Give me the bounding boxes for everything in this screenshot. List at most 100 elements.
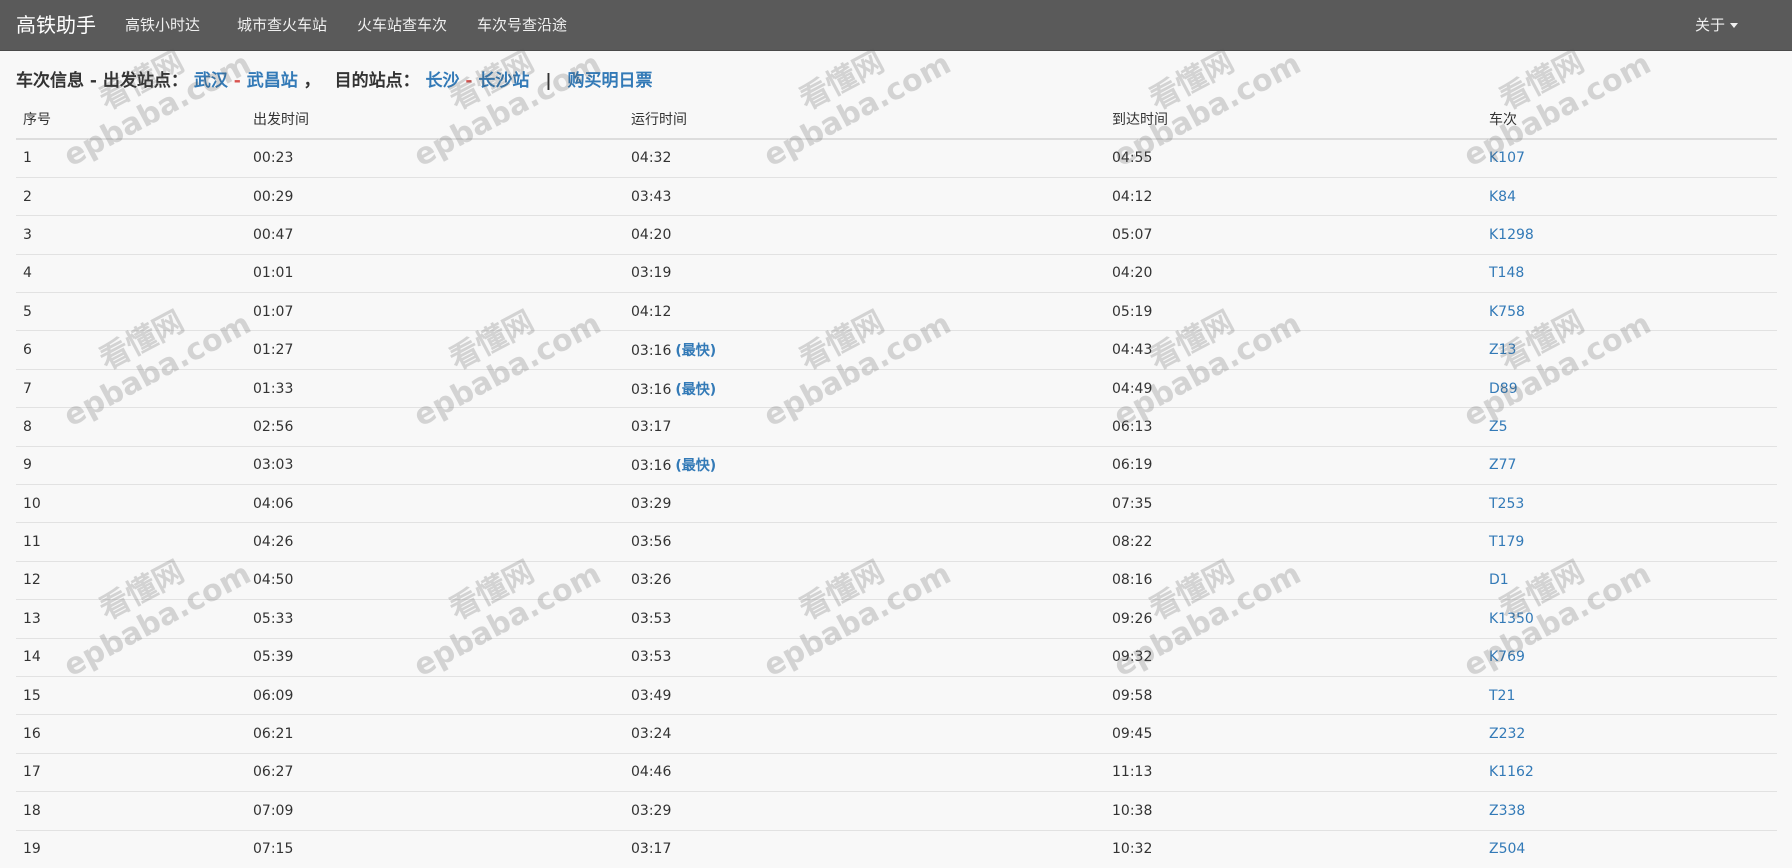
nav-item-hsr-hour[interactable]: 高铁小时达 [125,0,200,51]
cell-arrival: 04:49 [1105,368,1482,408]
cell-train-link[interactable]: T148 [1482,253,1777,293]
cell-departure: 01:07 [246,292,624,331]
cell-train-link[interactable]: K1350 [1482,599,1777,639]
table-row: 4 01:01 03:19 04:20 T148 [16,253,1777,293]
cell-departure: 00:29 [246,176,624,216]
cell-index-text: 15 [23,687,41,704]
cell-duration-text: 04:20 [631,226,672,243]
fastest-badge: (最快) [675,458,717,475]
cell-index: 1 [16,138,246,178]
cell-train-link[interactable]: K84 [1482,176,1777,216]
cell-departure-text: 00:47 [253,226,294,243]
cell-train-link[interactable]: K769 [1482,637,1777,677]
caret-down-icon [1730,23,1739,28]
buy-tomorrow-ticket-link[interactable]: 购买明日票 [567,71,652,91]
cell-departure: 04:06 [246,484,624,523]
from-dash: - [233,71,241,91]
cell-train-link[interactable]: Z13 [1482,330,1777,370]
cell-duration: 04:46 [624,752,1105,792]
cell-train-link-text: K769 [1489,649,1525,666]
table-row: 1 00:23 04:32 04:55 K107 [16,138,1777,178]
cell-departure-text: 06:21 [253,726,294,743]
cell-departure-text: 04:50 [253,572,294,589]
nav-item-city-stations[interactable]: 城市查火车站 [237,0,327,51]
nav-item-station-trains[interactable]: 火车站查车次 [357,0,447,51]
cell-departure: 05:39 [246,637,624,677]
cell-train-link[interactable]: T21 [1482,675,1777,715]
cell-arrival-text: 06:19 [1112,457,1153,474]
cell-arrival-text: 07:35 [1112,495,1153,512]
cell-arrival-text: 10:38 [1112,802,1153,819]
cell-train-link[interactable]: T253 [1482,484,1777,523]
cell-train-link[interactable]: Z232 [1482,714,1777,754]
table-row: 8 02:56 03:17 06:13 Z5 [16,407,1777,447]
cell-duration-text: 03:56 [631,534,672,551]
info-prefix: 车次信息 - 出发站点： [16,71,188,91]
cell-index: 8 [16,407,246,447]
cell-index-text: 14 [23,649,41,666]
cell-duration: 03:29 [624,791,1105,831]
cell-train-link[interactable]: Z504 [1482,829,1777,868]
table-row: 9 03:03 03:16 (最快) 06:19 Z77 [16,445,1777,485]
cell-departure-text: 05:33 [253,610,294,627]
cell-departure-text: 07:09 [253,802,294,819]
cell-arrival: 04:55 [1105,138,1482,178]
about-dropdown[interactable]: 关于 [1695,0,1739,51]
cell-arrival: 07:35 [1105,484,1482,523]
cell-duration: 04:12 [624,292,1105,331]
cell-arrival: 05:19 [1105,292,1482,331]
cell-train-link[interactable]: Z5 [1482,407,1777,447]
cell-index-text: 2 [23,188,32,205]
cell-train-link[interactable]: Z338 [1482,791,1777,831]
table-row: 6 01:27 03:16 (最快) 04:43 Z13 [16,330,1777,370]
cell-departure: 05:33 [246,599,624,639]
cell-arrival: 09:26 [1105,599,1482,639]
table-row: 17 06:27 04:46 11:13 K1162 [16,752,1777,792]
cell-duration-text: 03:49 [631,687,672,704]
cell-train-link-text: K84 [1489,188,1516,205]
cell-train-link-text: Z338 [1489,802,1526,819]
cell-train-link[interactable]: D1 [1482,560,1777,600]
cell-index: 9 [16,445,246,485]
cell-duration-text: 03:43 [631,188,672,205]
cell-index: 7 [16,368,246,408]
cell-duration: 03:17 [624,829,1105,868]
cell-train-link[interactable]: T179 [1482,522,1777,562]
cell-train-link[interactable]: D89 [1482,368,1777,408]
from-station-link[interactable]: 武昌站 [247,71,298,91]
cell-arrival: 04:12 [1105,176,1482,216]
cell-arrival-text: 04:43 [1112,342,1153,359]
cell-departure-text: 03:03 [253,457,294,474]
to-city-link[interactable]: 长沙 [426,71,460,91]
fastest-badge: (最快) [675,343,717,360]
cell-train-link-text: K1298 [1489,226,1534,243]
brand-link[interactable]: 高铁助手 [16,0,96,51]
cell-arrival: 08:22 [1105,522,1482,562]
cell-index: 13 [16,599,246,639]
cell-arrival-text: 04:12 [1112,188,1153,205]
table-row: 14 05:39 03:53 09:32 K769 [16,637,1777,677]
cell-train-link[interactable]: K758 [1482,292,1777,331]
cell-duration-text: 04:12 [631,303,672,320]
cell-departure: 04:26 [246,522,624,562]
nav-item-train-route[interactable]: 车次号查沿途 [477,0,567,51]
cell-index-text: 13 [23,610,41,627]
cell-duration-text: 04:32 [631,150,672,167]
cell-duration-text: 03:16 [631,381,672,398]
cell-arrival-text: 09:26 [1112,610,1153,627]
cell-index: 3 [16,215,246,255]
cell-arrival-text: 04:55 [1112,150,1153,167]
cell-index: 16 [16,714,246,754]
info-bar: | [545,71,552,91]
from-city-link[interactable]: 武汉 [194,71,228,91]
cell-train-link-text: T148 [1489,265,1525,282]
cell-departure-text: 00:23 [253,150,294,167]
cell-train-link[interactable]: K1162 [1482,752,1777,792]
cell-train-link[interactable]: K107 [1482,138,1777,178]
cell-train-link[interactable]: K1298 [1482,215,1777,255]
cell-train-link[interactable]: Z77 [1482,445,1777,485]
cell-index-text: 3 [23,226,32,243]
cell-index-text: 6 [23,342,32,359]
cell-duration-text: 03:29 [631,802,672,819]
to-station-link[interactable]: 长沙站 [478,71,529,91]
